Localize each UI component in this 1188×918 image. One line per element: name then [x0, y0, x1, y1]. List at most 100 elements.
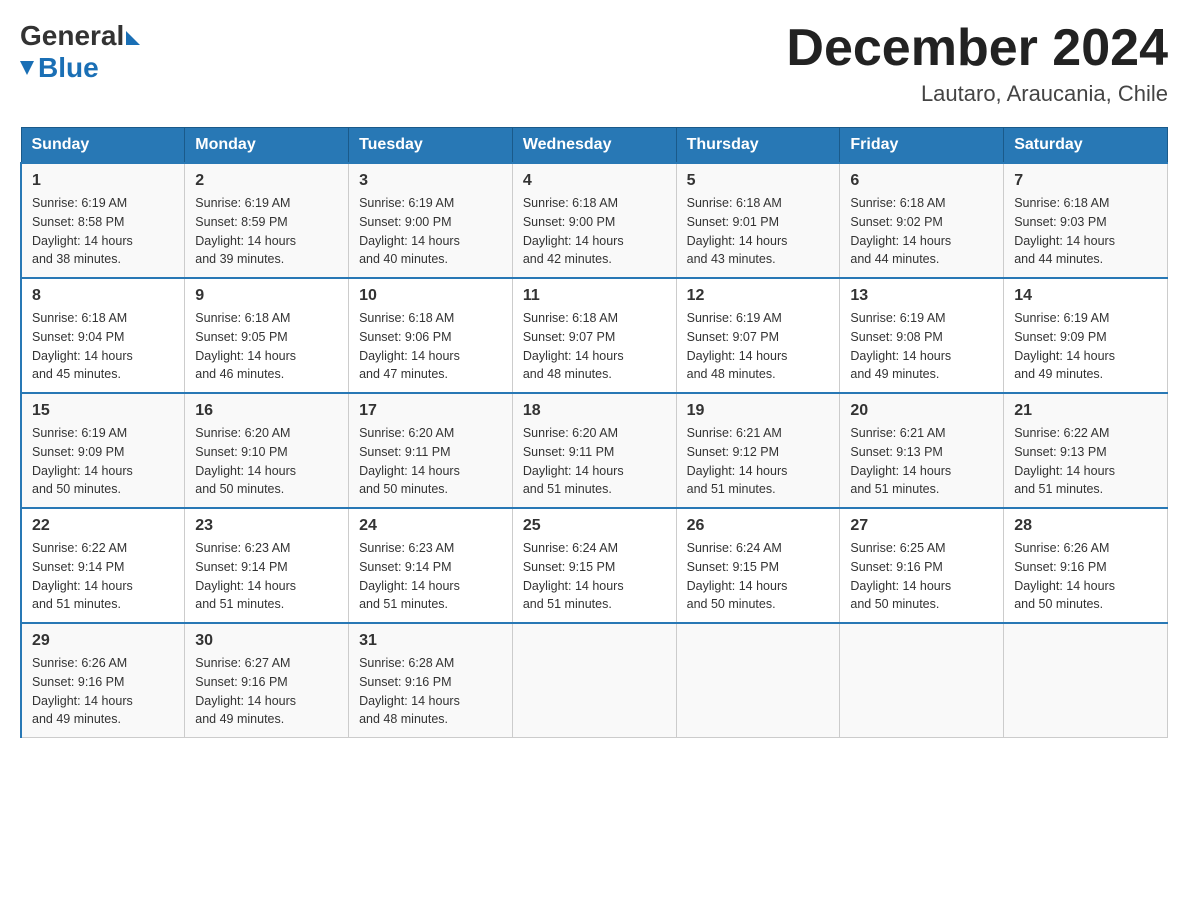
- calendar-day-cell: 8 Sunrise: 6:18 AM Sunset: 9:04 PM Dayli…: [21, 278, 185, 393]
- day-number: 29: [32, 632, 174, 650]
- sunrise-label: Sunrise: 6:18 AM: [359, 311, 454, 325]
- calendar-day-cell: 7 Sunrise: 6:18 AM Sunset: 9:03 PM Dayli…: [1004, 163, 1168, 278]
- day-number: 14: [1014, 287, 1157, 305]
- sunset-label: Sunset: 9:13 PM: [850, 445, 942, 459]
- calendar-day-cell: [676, 623, 840, 738]
- sunset-label: Sunset: 9:13 PM: [1014, 445, 1106, 459]
- sunset-label: Sunset: 9:16 PM: [1014, 560, 1106, 574]
- day-info: Sunrise: 6:19 AM Sunset: 8:59 PM Dayligh…: [195, 194, 338, 269]
- daylight-label: Daylight: 14 hours: [359, 579, 460, 593]
- day-number: 18: [523, 402, 666, 420]
- calendar-day-cell: 17 Sunrise: 6:20 AM Sunset: 9:11 PM Dayl…: [349, 393, 513, 508]
- daylight-minutes: and 48 minutes.: [359, 712, 448, 726]
- daylight-label: Daylight: 14 hours: [523, 579, 624, 593]
- sunset-label: Sunset: 9:12 PM: [687, 445, 779, 459]
- sunrise-label: Sunrise: 6:18 AM: [523, 311, 618, 325]
- calendar-day-cell: 19 Sunrise: 6:21 AM Sunset: 9:12 PM Dayl…: [676, 393, 840, 508]
- day-number: 7: [1014, 172, 1157, 190]
- calendar-day-cell: 21 Sunrise: 6:22 AM Sunset: 9:13 PM Dayl…: [1004, 393, 1168, 508]
- calendar-day-cell: [512, 623, 676, 738]
- day-info: Sunrise: 6:22 AM Sunset: 9:13 PM Dayligh…: [1014, 424, 1157, 499]
- daylight-label: Daylight: 14 hours: [850, 464, 951, 478]
- calendar-day-cell: 14 Sunrise: 6:19 AM Sunset: 9:09 PM Dayl…: [1004, 278, 1168, 393]
- daylight-minutes: and 50 minutes.: [687, 597, 776, 611]
- sunset-label: Sunset: 9:16 PM: [195, 675, 287, 689]
- daylight-label: Daylight: 14 hours: [359, 694, 460, 708]
- daylight-label: Daylight: 14 hours: [32, 349, 133, 363]
- daylight-label: Daylight: 14 hours: [687, 349, 788, 363]
- day-info: Sunrise: 6:24 AM Sunset: 9:15 PM Dayligh…: [523, 539, 666, 614]
- calendar-title: December 2024: [786, 20, 1168, 77]
- sunset-label: Sunset: 9:10 PM: [195, 445, 287, 459]
- header-row: Sunday Monday Tuesday Wednesday Thursday…: [21, 128, 1168, 164]
- day-number: 5: [687, 172, 830, 190]
- col-friday: Friday: [840, 128, 1004, 164]
- sunrise-label: Sunrise: 6:19 AM: [1014, 311, 1109, 325]
- sunset-label: Sunset: 9:06 PM: [359, 330, 451, 344]
- day-info: Sunrise: 6:28 AM Sunset: 9:16 PM Dayligh…: [359, 654, 502, 729]
- sunrise-label: Sunrise: 6:27 AM: [195, 656, 290, 670]
- sunrise-label: Sunrise: 6:21 AM: [687, 426, 782, 440]
- daylight-minutes: and 45 minutes.: [32, 367, 121, 381]
- daylight-minutes: and 39 minutes.: [195, 252, 284, 266]
- day-number: 26: [687, 517, 830, 535]
- calendar-day-cell: 11 Sunrise: 6:18 AM Sunset: 9:07 PM Dayl…: [512, 278, 676, 393]
- day-number: 22: [32, 517, 174, 535]
- daylight-label: Daylight: 14 hours: [359, 464, 460, 478]
- day-info: Sunrise: 6:18 AM Sunset: 9:05 PM Dayligh…: [195, 309, 338, 384]
- sunrise-label: Sunrise: 6:18 AM: [687, 196, 782, 210]
- daylight-label: Daylight: 14 hours: [359, 349, 460, 363]
- sunrise-label: Sunrise: 6:24 AM: [523, 541, 618, 555]
- calendar-day-cell: 22 Sunrise: 6:22 AM Sunset: 9:14 PM Dayl…: [21, 508, 185, 623]
- sunset-label: Sunset: 9:07 PM: [523, 330, 615, 344]
- calendar-day-cell: 4 Sunrise: 6:18 AM Sunset: 9:00 PM Dayli…: [512, 163, 676, 278]
- calendar-day-cell: 1 Sunrise: 6:19 AM Sunset: 8:58 PM Dayli…: [21, 163, 185, 278]
- daylight-minutes: and 51 minutes.: [850, 482, 939, 496]
- daylight-label: Daylight: 14 hours: [1014, 349, 1115, 363]
- daylight-label: Daylight: 14 hours: [523, 234, 624, 248]
- sunrise-label: Sunrise: 6:19 AM: [32, 196, 127, 210]
- daylight-minutes: and 51 minutes.: [359, 597, 448, 611]
- day-info: Sunrise: 6:19 AM Sunset: 9:09 PM Dayligh…: [32, 424, 174, 499]
- daylight-minutes: and 38 minutes.: [32, 252, 121, 266]
- calendar-header: Sunday Monday Tuesday Wednesday Thursday…: [21, 128, 1168, 164]
- daylight-label: Daylight: 14 hours: [687, 579, 788, 593]
- sunrise-label: Sunrise: 6:25 AM: [850, 541, 945, 555]
- calendar-day-cell: 27 Sunrise: 6:25 AM Sunset: 9:16 PM Dayl…: [840, 508, 1004, 623]
- day-info: Sunrise: 6:21 AM Sunset: 9:12 PM Dayligh…: [687, 424, 830, 499]
- calendar-day-cell: 28 Sunrise: 6:26 AM Sunset: 9:16 PM Dayl…: [1004, 508, 1168, 623]
- sunrise-label: Sunrise: 6:26 AM: [32, 656, 127, 670]
- daylight-minutes: and 50 minutes.: [359, 482, 448, 496]
- day-number: 20: [850, 402, 993, 420]
- col-sunday: Sunday: [21, 128, 185, 164]
- sunset-label: Sunset: 8:58 PM: [32, 215, 124, 229]
- sunrise-label: Sunrise: 6:20 AM: [359, 426, 454, 440]
- day-info: Sunrise: 6:26 AM Sunset: 9:16 PM Dayligh…: [32, 654, 174, 729]
- daylight-minutes: and 51 minutes.: [523, 597, 612, 611]
- sunset-label: Sunset: 9:02 PM: [850, 215, 942, 229]
- day-number: 13: [850, 287, 993, 305]
- calendar-day-cell: 29 Sunrise: 6:26 AM Sunset: 9:16 PM Dayl…: [21, 623, 185, 738]
- daylight-label: Daylight: 14 hours: [523, 349, 624, 363]
- daylight-minutes: and 50 minutes.: [850, 597, 939, 611]
- sunrise-label: Sunrise: 6:18 AM: [850, 196, 945, 210]
- daylight-minutes: and 51 minutes.: [195, 597, 284, 611]
- daylight-label: Daylight: 14 hours: [32, 579, 133, 593]
- sunset-label: Sunset: 9:05 PM: [195, 330, 287, 344]
- daylight-minutes: and 44 minutes.: [1014, 252, 1103, 266]
- day-info: Sunrise: 6:19 AM Sunset: 9:08 PM Dayligh…: [850, 309, 993, 384]
- day-number: 19: [687, 402, 830, 420]
- day-info: Sunrise: 6:25 AM Sunset: 9:16 PM Dayligh…: [850, 539, 993, 614]
- day-info: Sunrise: 6:18 AM Sunset: 9:07 PM Dayligh…: [523, 309, 666, 384]
- daylight-label: Daylight: 14 hours: [1014, 464, 1115, 478]
- day-number: 8: [32, 287, 174, 305]
- calendar-table: Sunday Monday Tuesday Wednesday Thursday…: [20, 127, 1168, 738]
- calendar-day-cell: 26 Sunrise: 6:24 AM Sunset: 9:15 PM Dayl…: [676, 508, 840, 623]
- col-saturday: Saturday: [1004, 128, 1168, 164]
- daylight-minutes: and 44 minutes.: [850, 252, 939, 266]
- sunset-label: Sunset: 9:14 PM: [359, 560, 451, 574]
- day-info: Sunrise: 6:18 AM Sunset: 9:03 PM Dayligh…: [1014, 194, 1157, 269]
- calendar-week-row: 22 Sunrise: 6:22 AM Sunset: 9:14 PM Dayl…: [21, 508, 1168, 623]
- daylight-label: Daylight: 14 hours: [32, 694, 133, 708]
- day-number: 23: [195, 517, 338, 535]
